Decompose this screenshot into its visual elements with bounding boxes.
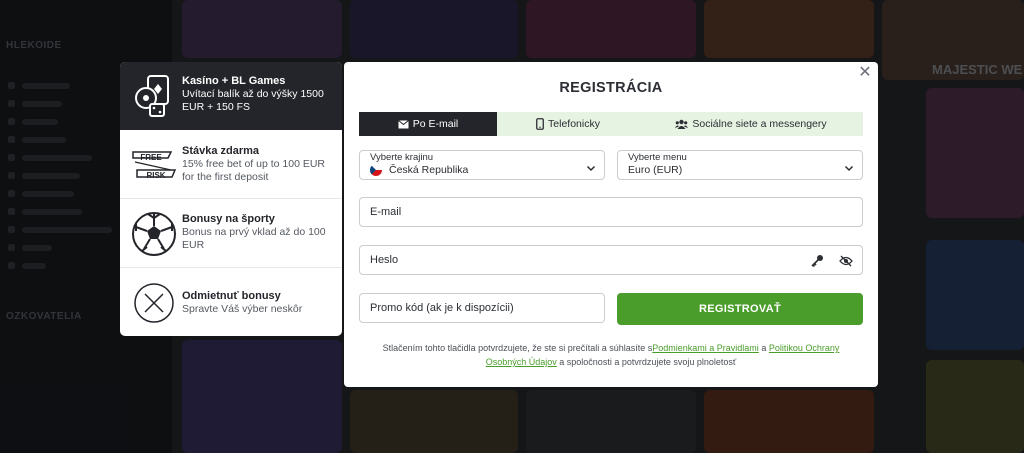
bonus-title: Kasíno + BL Games — [182, 75, 286, 87]
tab-phone[interactable]: Telefonicky — [497, 112, 639, 136]
free-label: FREE — [140, 153, 162, 162]
tab-email[interactable]: Po E-mail — [359, 112, 497, 136]
bonus-selector: Kasíno + BL Games Uvítací balík až do vý… — [120, 62, 342, 336]
bonus-option-decline[interactable]: Odmietnuť bonusy Spravte Váš výber neskô… — [120, 268, 342, 336]
promo-code-input[interactable] — [360, 294, 604, 322]
bonus-title: Stávka zdarma — [182, 145, 260, 157]
close-icon[interactable]: ✕ — [857, 65, 873, 81]
terms-notice: Stlačením tohto tlačidla potvrdzujete, ž… — [364, 341, 858, 369]
phone-icon — [536, 118, 544, 130]
key-icon[interactable] — [811, 254, 824, 272]
terms-text: Stlačením tohto tlačidla potvrdzujete, ž… — [382, 343, 653, 353]
chevron-down-icon — [844, 160, 854, 178]
country-value: Česká Republika — [389, 164, 469, 176]
bonus-description: Spravte Váš výber neskôr — [182, 303, 303, 315]
decline-x-icon — [130, 279, 178, 327]
country-select[interactable]: Vyberte krajinu Česká Republika — [359, 150, 605, 180]
dice-cards-icon — [130, 72, 178, 120]
bonus-option-free-bet[interactable]: FREE RISK Stávka zdarma 15% free bet of … — [120, 130, 342, 198]
tab-social[interactable]: Sociálne siete a messengery — [639, 112, 863, 136]
modal-title: REGISTRÁCIA — [559, 80, 663, 96]
password-input[interactable] — [360, 246, 862, 274]
promo-field — [359, 293, 605, 323]
tab-label: Sociálne siete a messengery — [692, 118, 827, 130]
email-field — [359, 197, 863, 227]
terms-link[interactable]: Podmienkami a Pravidlami — [652, 343, 759, 353]
eye-slash-icon[interactable] — [839, 254, 853, 272]
registration-method-tabs: Po E-mail Telefonicky Sociálne siete a m… — [359, 112, 863, 136]
risk-label: RISK — [146, 171, 165, 180]
email-input[interactable] — [360, 198, 862, 226]
users-icon — [675, 119, 689, 129]
free-risk-icon: FREE RISK — [130, 142, 178, 190]
currency-select[interactable]: Vyberte menu Euro (EUR) — [617, 150, 863, 180]
country-label: Vyberte krajinu — [370, 152, 434, 163]
bonus-option-casino[interactable]: Kasíno + BL Games Uvítací balík až do vý… — [120, 62, 342, 130]
bonus-option-sports[interactable]: Bonusy na športy Bonus na prvý vklad až … — [120, 199, 342, 267]
czech-flag-icon — [370, 164, 382, 176]
terms-text: a spoločnosti a potvrdzujete svoju plnol… — [556, 357, 737, 367]
tab-label: Po E-mail — [412, 118, 459, 130]
bonus-description: 15% free bet of up to 100 EUR for the fi… — [182, 158, 326, 183]
envelope-icon — [397, 119, 409, 129]
registration-modal: REGISTRÁCIA ✕ Po E-mail Telefonicky Soci… — [344, 62, 878, 387]
soccer-ball-icon — [130, 210, 178, 258]
bonus-title: Odmietnuť bonusy — [182, 290, 281, 302]
password-field — [359, 245, 863, 275]
currency-value: Euro (EUR) — [628, 164, 683, 176]
register-button[interactable]: REGISTROVAŤ — [617, 293, 863, 325]
bonus-title: Bonusy na športy — [182, 213, 275, 225]
bonus-description: Uvítací balík až do výšky 1500 EUR + 150… — [182, 88, 324, 113]
tab-label: Telefonicky — [548, 118, 600, 130]
bonus-description: Bonus na prvý vklad až do 100 EUR — [182, 226, 326, 251]
terms-text: a — [758, 343, 769, 353]
chevron-down-icon — [586, 160, 596, 178]
currency-label: Vyberte menu — [628, 152, 687, 163]
